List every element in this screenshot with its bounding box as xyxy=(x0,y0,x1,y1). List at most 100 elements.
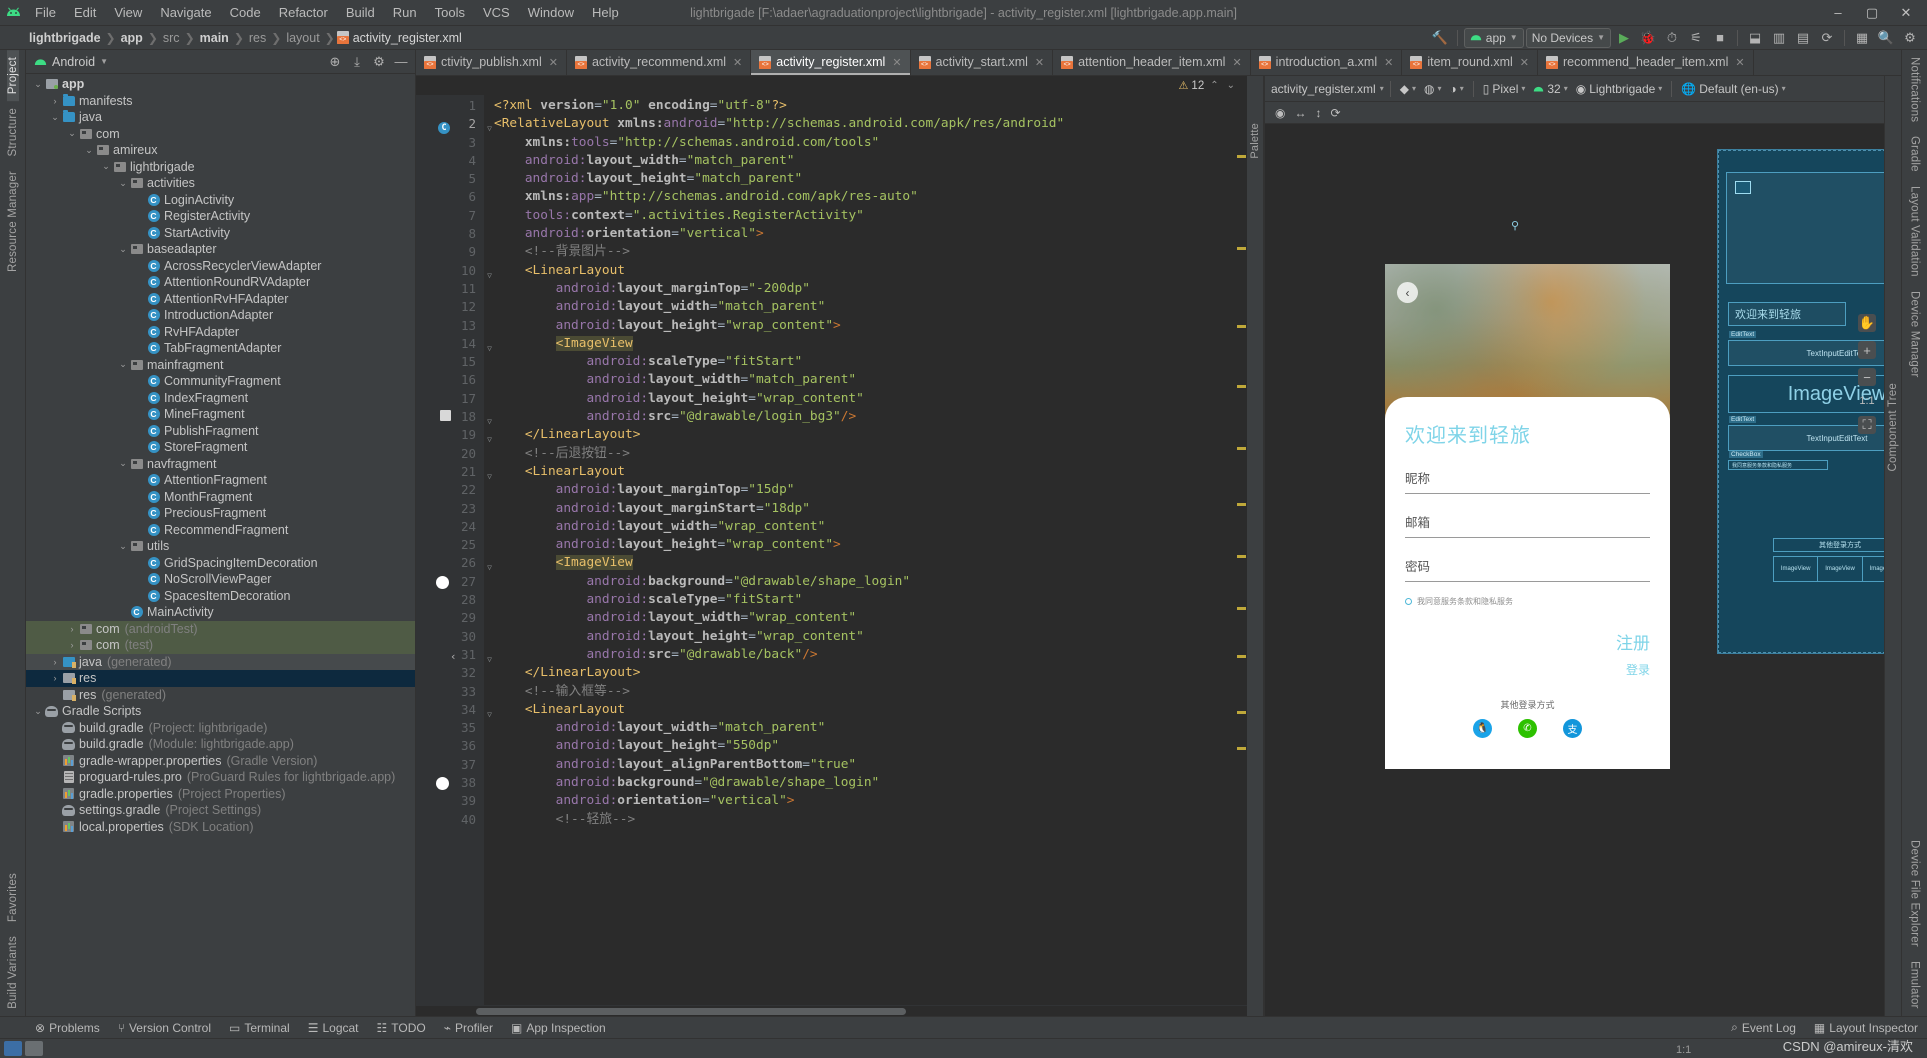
blueprint-other-login[interactable]: 其他登录方式 xyxy=(1773,538,1884,552)
collapse-all-icon[interactable]: ⤓ xyxy=(347,52,367,72)
gutter-line[interactable]: 29 xyxy=(416,609,484,627)
sidebar-item-structure[interactable]: Structure xyxy=(7,101,19,163)
code-line[interactable]: </LinearLayout> xyxy=(494,426,1235,444)
code-line[interactable]: android:scaleType="fitStart" xyxy=(494,591,1235,609)
tree-node[interactable]: › build.gradle (Project: lightbrigade) xyxy=(26,720,415,737)
minimize-button[interactable]: – xyxy=(1821,0,1855,26)
scrollbar-thumb[interactable] xyxy=(476,1008,906,1015)
tree-node[interactable]: › manifests xyxy=(26,93,415,110)
close-icon[interactable]: ✕ xyxy=(1232,56,1241,69)
gutter-line[interactable]: 11 xyxy=(416,280,484,298)
nickname-field[interactable]: 昵称 xyxy=(1405,464,1650,494)
breadcrumb-project[interactable]: lightbrigade xyxy=(26,31,104,45)
debug-button[interactable]: 🐞 xyxy=(1637,28,1659,48)
close-icon[interactable]: ✕ xyxy=(733,56,742,69)
gutter-line[interactable]: 3 xyxy=(416,134,484,152)
menu-build[interactable]: Build xyxy=(337,0,384,26)
sidebar-item-palette[interactable]: Palette xyxy=(1249,116,1261,166)
gutter-line[interactable]: 23 xyxy=(416,500,484,518)
tree-expand-arrow[interactable]: ⌄ xyxy=(117,244,129,255)
code-line[interactable]: android:layout_height="wrap_content" xyxy=(494,628,1235,646)
tree-node[interactable]: ›CIntroductionAdapter xyxy=(26,307,415,324)
build-hammer-icon[interactable]: 🔨 xyxy=(1429,28,1451,48)
gutter-line[interactable]: ▽ 14 xyxy=(416,335,492,353)
gutter-line[interactable]: 33 xyxy=(416,683,484,701)
gutter-line[interactable]: 8 xyxy=(416,225,484,243)
tree-expand-arrow[interactable]: › xyxy=(134,195,146,205)
tree-expand-arrow[interactable]: ⌄ xyxy=(32,79,44,90)
sidebar-item-device-file-explorer[interactable]: Device File Explorer xyxy=(1909,833,1921,954)
back-arrow-icon[interactable]: ‹ xyxy=(1397,282,1418,303)
menu-file[interactable]: File xyxy=(26,0,65,26)
code-line[interactable]: android:orientation="vertical"> xyxy=(494,792,1235,810)
sidebar-item-resource-manager[interactable]: Resource Manager xyxy=(7,164,19,279)
tree-node[interactable]: ›CMonthFragment xyxy=(26,489,415,506)
code-line[interactable]: android:layout_height="wrap_content"> xyxy=(494,317,1235,335)
gutter-line[interactable]: 24 xyxy=(416,518,484,536)
orientation-icon[interactable]: ◍ ▾ xyxy=(1421,82,1445,96)
gutter-line[interactable]: 39 xyxy=(416,792,484,810)
tree-expand-arrow[interactable]: › xyxy=(49,690,61,700)
tree-node[interactable]: ⌄ com xyxy=(26,126,415,143)
status-item-app-inspection[interactable]: ▣ App Inspection xyxy=(502,1021,615,1035)
tree-expand-arrow[interactable]: ⌄ xyxy=(117,458,129,469)
close-icon[interactable]: ✕ xyxy=(549,56,558,69)
gutter-line[interactable]: ▽ 10 xyxy=(416,262,492,280)
gutter-line[interactable]: 5 xyxy=(416,170,484,188)
zoom-ratio-label[interactable]: 1:1 xyxy=(1859,395,1874,407)
attach-debugger-button[interactable]: ⚟ xyxy=(1685,28,1707,48)
tree-expand-arrow[interactable]: › xyxy=(49,822,61,832)
status-item-layout-inspector[interactable]: ▦ Layout Inspector xyxy=(1805,1021,1927,1035)
tree-node[interactable]: ›CIndexFragment xyxy=(26,390,415,407)
code-line[interactable]: <?xml version="1.0" encoding="utf-8"?> xyxy=(494,97,1235,115)
gutter-line[interactable]: 12 xyxy=(416,298,484,316)
agreement-row[interactable]: 我同意服务条款和隐私服务 xyxy=(1405,596,1650,607)
code-line[interactable]: </LinearLayout> xyxy=(494,664,1235,682)
error-stripe[interactable] xyxy=(1235,95,1247,1005)
sidebar-item-layout-validation[interactable]: Layout Validation xyxy=(1909,179,1921,284)
layout-inspector-button[interactable]: ▦ xyxy=(1851,28,1873,48)
gutter-line[interactable]: ▽ 26 xyxy=(416,554,492,572)
theme-selector[interactable]: ◉ Lightbrigade ▾ xyxy=(1573,82,1666,96)
code-line[interactable]: android:layout_height="match_parent" xyxy=(494,170,1235,188)
menu-refactor[interactable]: Refactor xyxy=(270,0,337,26)
api-level-selector[interactable]: 32 ▾ xyxy=(1530,82,1570,96)
tree-node[interactable]: › res xyxy=(26,670,415,687)
tree-node[interactable]: ›CMineFragment xyxy=(26,406,415,423)
agreement-checkbox[interactable] xyxy=(1405,598,1412,605)
code-line[interactable]: android:background="@drawable/shape_logi… xyxy=(494,774,1235,792)
tree-node[interactable]: ⌄ app xyxy=(26,76,415,93)
tree-node[interactable]: ⌄ amireux xyxy=(26,142,415,159)
tree-expand-arrow[interactable]: › xyxy=(49,657,61,667)
tree-node[interactable]: ⌄ lightbrigade xyxy=(26,159,415,176)
tree-node[interactable]: ⌄ Gradle Scripts xyxy=(26,703,415,720)
code-line[interactable]: android:background="@drawable/shape_logi… xyxy=(494,573,1235,591)
project-view-selector[interactable]: Android ▼ xyxy=(34,55,108,69)
gutter-line[interactable]: 9 xyxy=(416,243,484,261)
login-link[interactable]: 登录 xyxy=(1405,661,1650,678)
tree-node[interactable]: ⌄ java xyxy=(26,109,415,126)
register-button[interactable]: 注册 xyxy=(1405,629,1650,654)
tree-expand-arrow[interactable]: › xyxy=(49,789,61,799)
tree-expand-arrow[interactable]: › xyxy=(134,261,146,271)
editor-tab[interactable]: ctivity_publish.xml ✕ xyxy=(416,50,567,75)
code-line[interactable]: android:layout_alignParentBottom="true" xyxy=(494,756,1235,774)
gutter-line[interactable]: 6 xyxy=(416,188,484,206)
gutter-line[interactable]: 30 xyxy=(416,628,484,646)
refresh-icon[interactable]: ⟳ xyxy=(1330,106,1340,120)
tree-expand-arrow[interactable]: › xyxy=(134,426,146,436)
code-line[interactable]: android:layout_marginTop="-200dp" xyxy=(494,280,1235,298)
blueprint-social-2[interactable]: ImageView xyxy=(1818,557,1863,581)
sidebar-item-favorites[interactable]: Favorites xyxy=(7,866,19,929)
editor-tab[interactable]: activity_start.xml ✕ xyxy=(911,50,1054,75)
code-line[interactable]: <!--后退按钮--> xyxy=(494,445,1235,463)
tree-node[interactable]: › java (generated) xyxy=(26,653,415,670)
gutter-line[interactable]: 13 xyxy=(416,317,484,335)
breadcrumb-src[interactable]: src xyxy=(160,31,183,45)
editor-tab[interactable]: recommend_header_item.xml ✕ xyxy=(1538,50,1754,75)
breadcrumb-app[interactable]: app xyxy=(118,31,146,45)
gutter-line[interactable]: ▽ 34 xyxy=(416,701,492,719)
breadcrumb-file[interactable]: activity_register.xml xyxy=(336,31,462,45)
code-editor[interactable]: ⚠ 12 ⌃ ⌄ 1 C ▽ 2 3 4 5 6 7 8 9 ▽ 10 11 12 13 ▽ 14 15 16 17 ▽ 1… xyxy=(416,76,1247,1016)
warning-count-chip[interactable]: ⚠ 12 xyxy=(1179,79,1205,93)
